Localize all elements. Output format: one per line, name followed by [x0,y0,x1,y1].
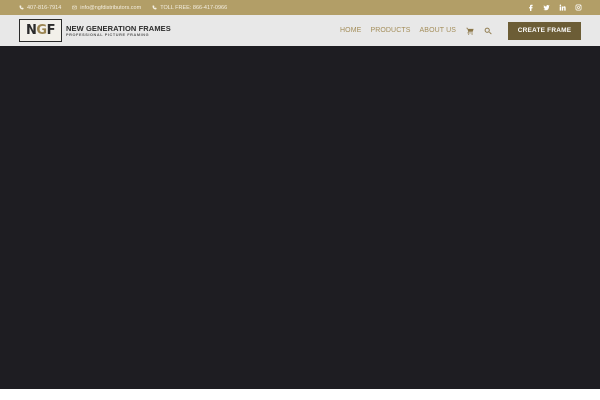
phone-number: 407-816-7914 [27,4,62,11]
cart-button[interactable] [465,26,474,35]
phone-icon [19,5,24,10]
linkedin-link[interactable] [559,4,566,11]
nav-products[interactable]: PRODUCTS [370,27,410,34]
twitter-link[interactable] [543,4,550,11]
instagram-link[interactable] [575,4,582,11]
email-contact[interactable]: info@ngfdistributors.com [72,5,141,11]
create-frame-button[interactable]: CREATE FRAME [508,21,581,40]
social-links [527,4,582,11]
phone-icon [152,5,157,10]
logo-mark: NGF [19,19,62,42]
search-button[interactable] [483,26,492,35]
search-icon [484,27,492,34]
logo-title: NEW GENERATION FRAMES [66,23,171,33]
nav-about-us[interactable]: ABOUT US [420,27,456,34]
logo-letter-n: N [26,23,37,38]
logo-letter-g: G [36,23,47,38]
instagram-icon [575,4,582,11]
logo-text: NEW GENERATION FRAMES PROFESSIONAL PICTU… [66,24,171,38]
facebook-icon [529,4,533,11]
main-menu: HOME PRODUCTS ABOUT US [340,26,492,35]
page-bottom [0,389,600,400]
cart-icon [465,27,474,35]
logo-letter-f: F [46,23,56,38]
nav-home[interactable]: HOME [340,27,361,34]
hero-section [0,46,600,389]
logo[interactable]: NGF NEW GENERATION FRAMES PROFESSIONAL P… [19,19,171,42]
logo-subtitle: PROFESSIONAL PICTURE FRAMING [66,32,150,37]
contact-info: 407-816-7914 info@ngfdistributors.com TO… [19,5,238,11]
twitter-icon [543,5,550,11]
toll-free-contact[interactable]: TOLL FREE: 866-417-0966 [152,5,227,11]
email-address: info@ngfdistributors.com [80,4,142,11]
phone-contact[interactable]: 407-816-7914 [19,5,61,11]
envelope-icon [72,5,78,10]
toll-free-number: TOLL FREE: 866-417-0966 [160,4,228,11]
top-info-bar: 407-816-7914 info@ngfdistributors.com TO… [0,0,600,15]
linkedin-icon [559,4,566,11]
main-navbar: NGF NEW GENERATION FRAMES PROFESSIONAL P… [0,15,600,46]
facebook-link[interactable] [527,4,534,11]
